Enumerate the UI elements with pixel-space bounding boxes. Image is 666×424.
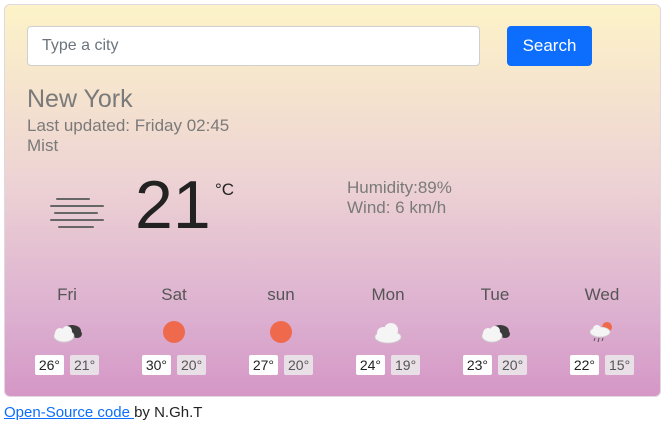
forecast-low: 21° bbox=[70, 355, 100, 375]
city-search-input[interactable] bbox=[27, 26, 480, 66]
sun-icon bbox=[163, 321, 185, 343]
forecast-high: 22° bbox=[569, 355, 599, 375]
last-updated: Last updated: Friday 02:45 bbox=[27, 116, 230, 135]
forecast-day-name: Mon bbox=[371, 285, 405, 304]
forecast-low: 20° bbox=[498, 355, 528, 375]
weather-condition: Mist bbox=[27, 136, 59, 155]
rain-sun-icon bbox=[589, 322, 612, 343]
forecast-day: Fri 26° 21° bbox=[17, 285, 117, 375]
forecast-day-name: Fri bbox=[57, 285, 77, 304]
forecast-low: 20° bbox=[284, 355, 314, 375]
temperature-unit: °C bbox=[215, 180, 235, 199]
forecast-low: 15° bbox=[605, 355, 635, 375]
forecast-high: 24° bbox=[355, 355, 385, 375]
forecast-day: Sat 30° 20° bbox=[124, 285, 224, 375]
search-button[interactable]: Search bbox=[507, 26, 592, 66]
forecast-day: Tue 23° 20° bbox=[445, 285, 545, 375]
cloud-icon bbox=[374, 323, 402, 344]
cloud-night-icon bbox=[481, 325, 510, 343]
forecast-day-name: Tue bbox=[480, 285, 510, 304]
forecast-high: 26° bbox=[34, 355, 64, 375]
forecast-day: Wed 22° 15° bbox=[552, 285, 652, 375]
source-code-link[interactable]: Open-Source code bbox=[4, 404, 134, 421]
current-temperature: 21 bbox=[135, 167, 211, 243]
forecast-low: 20° bbox=[177, 355, 207, 375]
forecast-high: 30° bbox=[141, 355, 171, 375]
forecast-day: sun 27° 20° bbox=[231, 285, 331, 375]
cloud-night-icon bbox=[53, 325, 82, 343]
weather-card: Search New York Last updated: Friday 02:… bbox=[4, 4, 661, 397]
forecast-high: 23° bbox=[462, 355, 492, 375]
forecast-high: 27° bbox=[248, 355, 278, 375]
city-name: New York bbox=[27, 85, 133, 113]
mist-icon bbox=[50, 198, 104, 228]
forecast-day-name: Wed bbox=[584, 285, 620, 304]
forecast-low: 19° bbox=[391, 355, 421, 375]
forecast-day-name: sun bbox=[267, 285, 295, 304]
sun-icon bbox=[270, 321, 292, 343]
humidity: Humidity:89% bbox=[347, 178, 452, 197]
wind-speed: Wind: 6 km/h bbox=[347, 198, 447, 217]
forecast-day: Mon 24° 19° bbox=[338, 285, 438, 375]
author-credit: by N.Gh.T bbox=[134, 404, 203, 421]
forecast-row: Fri 26° 21° Sat 30° 20° sun 27° 20° Mon … bbox=[5, 285, 662, 385]
footer: Open-Source code by N.Gh.T bbox=[4, 404, 202, 421]
forecast-day-name: Sat bbox=[161, 285, 187, 304]
